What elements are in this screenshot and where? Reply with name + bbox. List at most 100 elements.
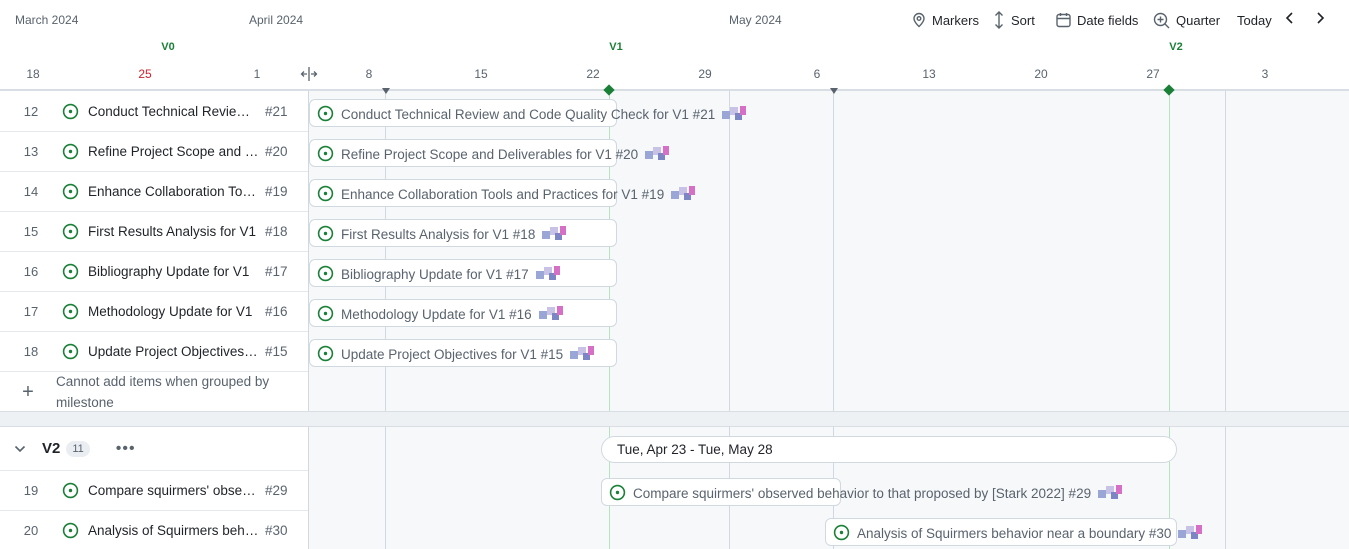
- more-options-icon[interactable]: •••: [116, 440, 136, 458]
- month-line: [729, 91, 730, 411]
- open-issue-icon: [62, 183, 84, 200]
- open-issue-icon: [62, 223, 84, 240]
- timeline-bar-label: Refine Project Scope and Deliverables fo…: [333, 145, 670, 163]
- timeline-bar-label: Analysis of Squirmers behavior near a bo…: [849, 524, 1203, 542]
- bar-title: First Results Analysis for V1 #18: [341, 226, 536, 242]
- row-number: 17: [23, 304, 39, 319]
- day-label: 3: [1261, 67, 1269, 81]
- date-fields-button[interactable]: Date fields: [1056, 10, 1138, 30]
- sort-button[interactable]: Sort: [993, 10, 1035, 30]
- open-issue-icon: [62, 343, 84, 360]
- day-label: 22: [586, 67, 600, 81]
- issue-title[interactable]: Refine Project Scope and Deliverables fo…: [84, 144, 259, 159]
- milestone-label-v0[interactable]: V0: [161, 41, 174, 53]
- day-label: 8: [365, 67, 373, 81]
- plus-icon: +: [22, 380, 34, 403]
- day-label: 20: [1034, 67, 1048, 81]
- today-button[interactable]: Today: [1237, 10, 1272, 30]
- markers-label: Markers: [932, 12, 979, 28]
- milestone-label-v1[interactable]: V1: [609, 41, 622, 53]
- group-header-v2[interactable]: V2 11 •••: [0, 427, 309, 471]
- avatar[interactable]: [569, 345, 595, 363]
- bar-title: Compare squirmers' observed behavior to …: [633, 485, 1092, 501]
- table-row[interactable]: 18 Update Project Objectives for V1 #15: [0, 332, 309, 372]
- issue-title[interactable]: Methodology Update for V1: [84, 304, 259, 319]
- day-label-today: 25: [138, 67, 152, 81]
- day-label: 13: [922, 67, 936, 81]
- issue-number: #20: [265, 144, 288, 159]
- avatar[interactable]: [1177, 524, 1203, 542]
- row-number: 14: [23, 184, 39, 199]
- month-label-march: March 2024: [15, 13, 79, 27]
- issue-number: #18: [265, 224, 288, 239]
- milestone-label-v2[interactable]: V2: [1169, 41, 1182, 53]
- table-row[interactable]: 12 Conduct Technical Review and Code Qua…: [0, 92, 309, 132]
- avatar[interactable]: [1097, 484, 1123, 502]
- collapse-chevron-icon[interactable]: [14, 444, 26, 454]
- row-number: 16: [23, 264, 39, 279]
- markers-button[interactable]: Markers: [912, 10, 979, 30]
- column-resize-handle[interactable]: [300, 66, 318, 82]
- timeline-bar-label: First Results Analysis for V1 #18: [333, 225, 567, 243]
- previous-button[interactable]: [1280, 10, 1300, 30]
- row-number: 15: [23, 224, 39, 239]
- timeline-bar-label: Conduct Technical Review and Code Qualit…: [333, 105, 747, 123]
- row-number: 20: [23, 523, 39, 538]
- avatar[interactable]: [538, 305, 564, 323]
- day-label: 27: [1146, 67, 1160, 81]
- map-pin-icon: [912, 12, 926, 28]
- timeline-bar-label: Compare squirmers' observed behavior to …: [625, 484, 1123, 502]
- open-issue-icon: [62, 143, 84, 160]
- issue-number: #17: [265, 264, 288, 279]
- bar-title: Update Project Objectives for V1 #15: [341, 346, 564, 362]
- marker-triangle[interactable]: [830, 88, 838, 94]
- panel-divider: [308, 91, 309, 411]
- chevron-right-icon: [1315, 11, 1325, 30]
- issue-number: #30: [265, 523, 288, 538]
- avatar[interactable]: [541, 225, 567, 243]
- table-row[interactable]: 13 Refine Project Scope and Deliverables…: [0, 132, 309, 172]
- issue-number: #16: [265, 304, 288, 319]
- next-button[interactable]: [1310, 10, 1330, 30]
- day-label: 1: [253, 67, 261, 81]
- timeline-bar-label: Enhance Collaboration Tools and Practice…: [333, 185, 696, 203]
- table-row[interactable]: 14 Enhance Collaboration Tools and Pract…: [0, 172, 309, 212]
- issue-title[interactable]: Conduct Technical Review and Code Qualit…: [84, 104, 259, 119]
- issue-number: #29: [265, 483, 288, 498]
- avatar[interactable]: [721, 105, 747, 123]
- issue-title[interactable]: Bibliography Update for V1: [84, 264, 259, 279]
- issue-title[interactable]: Enhance Collaboration Tools and Practice…: [84, 184, 259, 199]
- marker-line: [833, 91, 834, 411]
- avatar[interactable]: [535, 265, 561, 283]
- table-row[interactable]: 15 First Results Analysis for V1 #18: [0, 212, 309, 252]
- timeline-bar-label: Methodology Update for V1 #16: [333, 305, 564, 323]
- row-number: 12: [23, 104, 39, 119]
- table-row[interactable]: 17 Methodology Update for V1 #16: [0, 292, 309, 332]
- marker-triangle[interactable]: [382, 88, 390, 94]
- milestone-date-range[interactable]: Tue, Apr 23 - Tue, May 28: [601, 436, 1177, 463]
- zoom-level-label: Quarter: [1176, 12, 1221, 28]
- open-issue-icon: [62, 482, 84, 499]
- group-count-badge: 11: [66, 440, 90, 457]
- day-label: 6: [813, 67, 821, 81]
- sort-label: Sort: [1011, 12, 1035, 28]
- add-item-row: + Cannot add items when grouped by miles…: [0, 372, 309, 412]
- month-label-april: April 2024: [249, 13, 304, 27]
- month-line: [1225, 91, 1226, 411]
- issue-title[interactable]: Analysis of Squirmers behavior near a bo…: [84, 523, 259, 538]
- issue-title[interactable]: Update Project Objectives for V1: [84, 344, 259, 359]
- table-row[interactable]: 16 Bibliography Update for V1 #17: [0, 252, 309, 292]
- issue-title[interactable]: Compare squirmers' observed behavior to …: [84, 483, 259, 498]
- table-row[interactable]: 20 Analysis of Squirmers behavior near a…: [0, 511, 309, 549]
- row-number: 19: [23, 483, 39, 498]
- avatar[interactable]: [644, 145, 670, 163]
- issue-title[interactable]: First Results Analysis for V1: [84, 224, 259, 239]
- bar-title: Analysis of Squirmers behavior near a bo…: [857, 525, 1172, 541]
- marker-line: [385, 427, 386, 549]
- timeline-bar-label: Update Project Objectives for V1 #15: [333, 345, 595, 363]
- open-issue-icon: [62, 263, 84, 280]
- table-row[interactable]: 19 Compare squirmers' observed behavior …: [0, 471, 309, 511]
- avatar[interactable]: [670, 185, 696, 203]
- zoom-quarter-button[interactable]: Quarter: [1153, 10, 1220, 30]
- day-label: 29: [698, 67, 712, 81]
